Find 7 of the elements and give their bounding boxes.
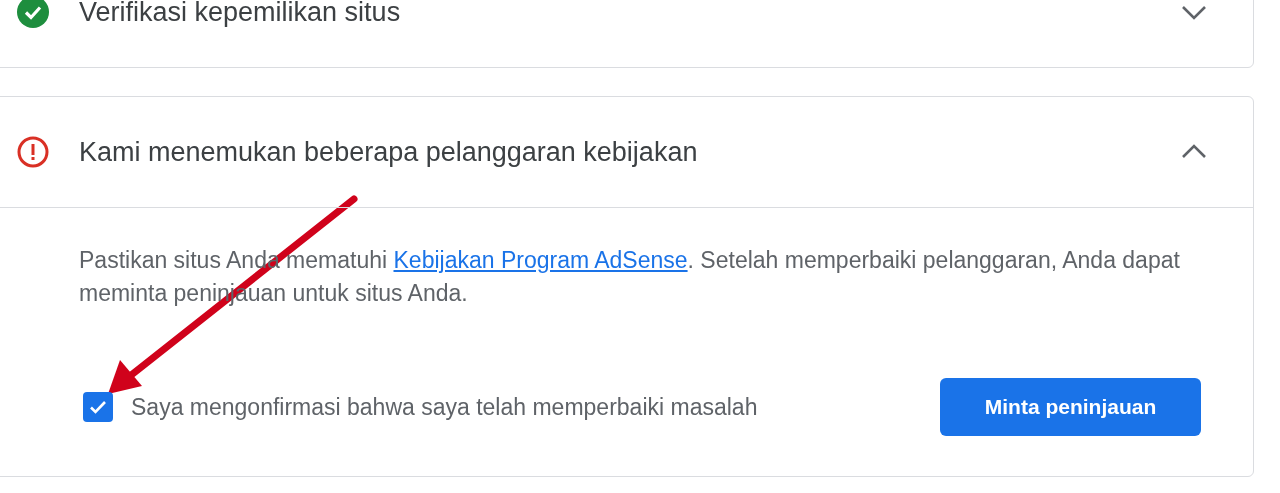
checkbox-label: Saya mengonfirmasi bahwa saya telah memperbaiki masalah (131, 393, 759, 421)
policy-link[interactable]: Kebijakan Program AdSense (393, 247, 688, 273)
request-review-button[interactable]: Minta peninjauan (940, 378, 1201, 436)
section-title: Kami menemukan beberapa pelanggaran kebijakan (79, 136, 699, 168)
error-icon (17, 136, 49, 168)
checkbox[interactable] (83, 392, 113, 422)
section-title: Verifikasi kepemilikan situs (79, 0, 402, 28)
